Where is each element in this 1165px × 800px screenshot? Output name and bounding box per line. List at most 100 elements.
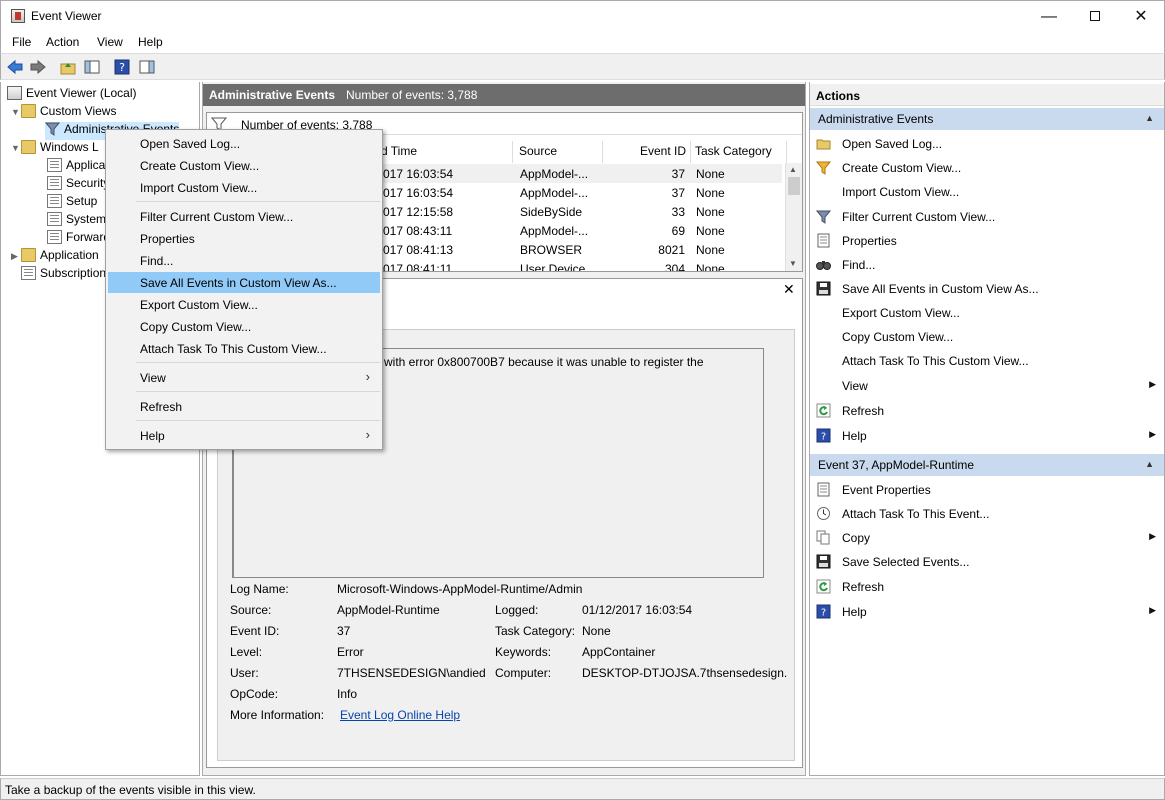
tree-item-subscriptions[interactable]: Subscription [21, 266, 106, 284]
event-viewer-app-icon [11, 9, 25, 23]
svg-text:?: ? [119, 61, 125, 74]
column-header-source[interactable]: Source [515, 141, 603, 163]
properties-icon [816, 482, 831, 497]
action-help[interactable]: ? Help ▶ [810, 425, 1164, 447]
scroll-up-icon[interactable]: ▲ [789, 165, 797, 174]
help-icon: ? [816, 428, 831, 443]
log-icon [47, 194, 62, 208]
tree-item-custom-views[interactable]: ▼ Custom Views [11, 104, 116, 122]
tree-item-setup[interactable]: Setup [47, 194, 97, 212]
events-scrollbar[interactable]: ▲ ▼ [785, 163, 802, 271]
minimize-button[interactable]: — [1026, 1, 1072, 32]
tree-item-label: Security [66, 176, 110, 190]
maximize-button[interactable] [1072, 1, 1118, 32]
up-folder-icon[interactable] [59, 58, 77, 76]
tree-item-security[interactable]: Security [47, 176, 109, 194]
view-event-count: Number of events: 3,788 [346, 88, 478, 102]
tree-item-application[interactable]: Applica [47, 158, 105, 176]
ctx-refresh[interactable]: Refresh [108, 396, 380, 417]
section-administrative-events[interactable]: Administrative Events ▲ [810, 108, 1164, 130]
section-title: Administrative Events [818, 112, 934, 126]
action-save-all-events[interactable]: Save All Events in Custom View As... [810, 278, 1164, 300]
scroll-thumb[interactable] [788, 177, 800, 195]
submenu-arrow-icon: › [365, 427, 370, 442]
action-copy-custom-view[interactable]: Copy Custom View... [810, 326, 1164, 348]
tree-item-forwarded-events[interactable]: Forward [47, 230, 110, 248]
action-refresh[interactable]: Refresh [810, 400, 1164, 422]
title-bar: Event Viewer — ✕ [0, 0, 1165, 31]
ctx-copy-custom-view[interactable]: Copy Custom View... [108, 316, 380, 337]
action-find[interactable]: Find... [810, 254, 1164, 276]
collapse-up-icon[interactable]: ▲ [1145, 113, 1154, 123]
action-import-custom-view[interactable]: Import Custom View... [810, 181, 1164, 203]
action-event-properties[interactable]: Event Properties [810, 479, 1164, 501]
action-label: Find... [842, 258, 876, 272]
action-attach-task-custom-view[interactable]: Attach Task To This Custom View... [810, 350, 1164, 372]
action-copy[interactable]: Copy ▶ [810, 527, 1164, 549]
action-refresh-event[interactable]: Refresh [810, 576, 1164, 598]
action-filter-current-custom-view[interactable]: Filter Current Custom View... [810, 206, 1164, 228]
action-label: Create Custom View... [842, 161, 962, 175]
action-properties[interactable]: Properties [810, 230, 1164, 252]
log-icon [47, 176, 62, 190]
ctx-properties[interactable]: Properties [108, 228, 380, 249]
tree-item-windows-logs[interactable]: ▼ Windows L [11, 140, 99, 158]
menu-help[interactable]: Help [138, 35, 163, 49]
action-export-custom-view[interactable]: Export Custom View... [810, 302, 1164, 324]
action-open-saved-log[interactable]: Open Saved Log... [810, 133, 1164, 155]
menu-file[interactable]: File [12, 35, 31, 49]
chevron-down-icon[interactable]: ▼ [11, 143, 21, 153]
ctx-export-custom-view[interactable]: Export Custom View... [108, 294, 380, 315]
action-label: Event Properties [842, 483, 931, 497]
column-header-date-time[interactable]: d Time [377, 141, 513, 163]
folder-icon [21, 140, 36, 154]
ctx-help[interactable]: Help › [108, 425, 380, 446]
ctx-attach-task[interactable]: Attach Task To This Custom View... [108, 338, 380, 359]
ctx-open-saved-log[interactable]: Open Saved Log... [108, 133, 380, 154]
row-task-category: None [696, 262, 725, 271]
tree-item-applications-services[interactable]: ▶ Application [11, 248, 99, 266]
ctx-find[interactable]: Find... [108, 250, 380, 271]
action-label: Filter Current Custom View... [842, 210, 996, 224]
tree-item-label: Custom Views [40, 104, 117, 118]
show-hide-action-pane-icon[interactable] [138, 58, 156, 76]
row-date-time: 017 08:41:13 [383, 243, 454, 257]
ctx-import-custom-view[interactable]: Import Custom View... [108, 177, 380, 198]
ctx-save-all-events[interactable]: Save All Events in Custom View As... [108, 272, 380, 293]
tree-item-system[interactable]: System [47, 212, 106, 230]
chevron-right-icon[interactable]: ▶ [11, 251, 21, 262]
tree-item-root[interactable]: Event Viewer (Local) [7, 86, 137, 104]
close-button[interactable]: ✕ [1118, 1, 1164, 32]
menu-separator [136, 391, 380, 392]
event-log-online-help-link[interactable]: Event Log Online Help [340, 708, 460, 722]
ctx-item-label: Help [140, 429, 165, 443]
action-label: Open Saved Log... [842, 137, 943, 151]
action-help-event[interactable]: ? Help ▶ [810, 601, 1164, 623]
svg-text:?: ? [821, 432, 826, 443]
scroll-down-icon[interactable]: ▼ [789, 259, 797, 268]
action-attach-task-event[interactable]: Attach Task To This Event... [810, 503, 1164, 525]
ctx-view[interactable]: View › [108, 367, 380, 388]
close-detail-icon[interactable]: ✕ [783, 281, 795, 298]
logged-value: 01/12/2017 16:03:54 [582, 603, 693, 617]
column-header-task-category[interactable]: Task Category [691, 141, 787, 163]
section-event-37[interactable]: Event 37, AppModel-Runtime ▲ [810, 454, 1164, 476]
action-view[interactable]: View ▶ [810, 375, 1164, 397]
forward-arrow-icon[interactable] [29, 58, 47, 76]
computer-label: Computer: [495, 666, 552, 680]
folder-open-icon [816, 136, 831, 151]
submenu-arrow-icon: ▶ [1149, 531, 1156, 541]
help-icon[interactable]: ? [113, 58, 131, 76]
chevron-down-icon[interactable]: ▼ [11, 107, 21, 117]
ctx-create-custom-view[interactable]: Create Custom View... [108, 155, 380, 176]
collapse-up-icon[interactable]: ▲ [1145, 459, 1154, 469]
save-icon [816, 281, 831, 296]
action-save-selected-events[interactable]: Save Selected Events... [810, 551, 1164, 573]
menu-action[interactable]: Action [46, 35, 79, 49]
back-arrow-icon[interactable] [6, 58, 24, 76]
column-header-event-id[interactable]: Event ID [603, 141, 691, 163]
menu-view[interactable]: View [97, 35, 123, 49]
action-create-custom-view[interactable]: Create Custom View... [810, 157, 1164, 179]
show-hide-tree-icon[interactable] [83, 58, 101, 76]
ctx-filter-current-custom-view[interactable]: Filter Current Custom View... [108, 206, 380, 227]
